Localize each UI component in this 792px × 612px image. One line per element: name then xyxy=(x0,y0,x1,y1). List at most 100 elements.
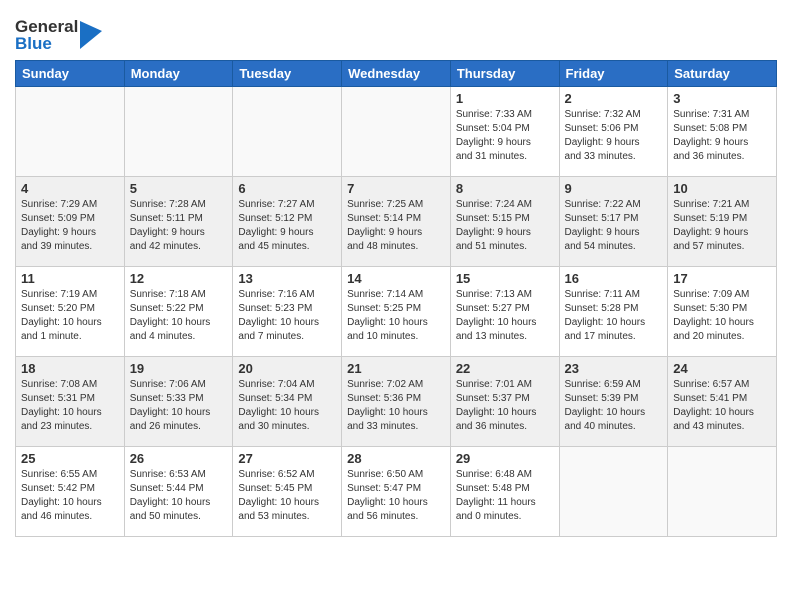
calendar-cell: 23 Sunrise: 6:59 AMSunset: 5:39 PMDayligh… xyxy=(559,357,668,447)
day-number: 6 xyxy=(238,181,336,196)
day-number: 28 xyxy=(347,451,445,466)
calendar-cell: 25Sunrise: 6:55 AMSunset: 5:42 PMDayligh… xyxy=(16,447,125,537)
header: General Blue xyxy=(15,10,777,52)
day-number: 22 xyxy=(456,361,554,376)
logo-blue: Blue xyxy=(15,35,78,52)
calendar-cell: 27 Sunrise: 6:52 AMSunset: 5:45 PMDayligh… xyxy=(233,447,342,537)
day-number: 14 xyxy=(347,271,445,286)
day-info: Sunrise: 7:14 AMSunset: 5:25 PMDaylight:… xyxy=(347,288,445,344)
calendar-cell: 3 Sunrise: 7:31 AMSunset: 5:08 PMDaylight… xyxy=(668,87,777,177)
day-info: Sunrise: 7:09 AMSunset: 5:30 PMDaylight:… xyxy=(673,288,771,344)
calendar-cell: 18 Sunrise: 7:08 AMSunset: 5:31 PMDayligh… xyxy=(16,357,125,447)
day-info: Sunrise: 7:22 AMSunset: 5:17 PMDaylight:… xyxy=(565,198,663,254)
calendar-week-row: 11 Sunrise: 7:19 AMSunset: 5:20 PMDayligh… xyxy=(16,267,777,357)
weekday-header-thursday: Thursday xyxy=(450,61,559,87)
weekday-header-saturday: Saturday xyxy=(668,61,777,87)
day-info: Sunrise: 6:53 AMSunset: 5:44 PMDaylight:… xyxy=(130,468,228,524)
day-info: Sunrise: 7:02 AMSunset: 5:36 PMDaylight:… xyxy=(347,378,445,434)
day-info: Sunrise: 6:50 AMSunset: 5:47 PMDaylight:… xyxy=(347,468,445,524)
calendar-week-row: 25Sunrise: 6:55 AMSunset: 5:42 PMDayligh… xyxy=(16,447,777,537)
day-number: 8 xyxy=(456,181,554,196)
calendar-cell: 24 Sunrise: 6:57 AMSunset: 5:41 PMDayligh… xyxy=(668,357,777,447)
day-number: 9 xyxy=(565,181,663,196)
calendar-cell: 9 Sunrise: 7:22 AMSunset: 5:17 PMDaylight… xyxy=(559,177,668,267)
day-number: 11 xyxy=(21,271,119,286)
day-number: 2 xyxy=(565,91,663,106)
calendar-cell: 8 Sunrise: 7:24 AMSunset: 5:15 PMDaylight… xyxy=(450,177,559,267)
day-number: 17 xyxy=(673,271,771,286)
calendar-cell: 5 Sunrise: 7:28 AMSunset: 5:11 PMDaylight… xyxy=(124,177,233,267)
logo-icon xyxy=(80,21,102,49)
day-number: 20 xyxy=(238,361,336,376)
calendar-cell: 21Sunrise: 7:02 AMSunset: 5:36 PMDayligh… xyxy=(342,357,451,447)
day-info: Sunrise: 7:06 AMSunset: 5:33 PMDaylight:… xyxy=(130,378,228,434)
day-info: Sunrise: 7:29 AMSunset: 5:09 PMDaylight:… xyxy=(21,198,119,254)
logo-general: General xyxy=(15,18,78,35)
day-info: Sunrise: 6:48 AMSunset: 5:48 PMDaylight:… xyxy=(456,468,554,524)
calendar-table: SundayMondayTuesdayWednesdayThursdayFrid… xyxy=(15,60,777,537)
day-number: 3 xyxy=(673,91,771,106)
calendar-cell xyxy=(342,87,451,177)
day-number: 1 xyxy=(456,91,554,106)
day-number: 13 xyxy=(238,271,336,286)
calendar-cell: 29 Sunrise: 6:48 AMSunset: 5:48 PMDayligh… xyxy=(450,447,559,537)
day-info: Sunrise: 7:27 AMSunset: 5:12 PMDaylight:… xyxy=(238,198,336,254)
calendar-cell: 19 Sunrise: 7:06 AMSunset: 5:33 PMDayligh… xyxy=(124,357,233,447)
day-number: 27 xyxy=(238,451,336,466)
weekday-header-wednesday: Wednesday xyxy=(342,61,451,87)
day-info: Sunrise: 7:11 AMSunset: 5:28 PMDaylight:… xyxy=(565,288,663,344)
day-info: Sunrise: 6:52 AMSunset: 5:45 PMDaylight:… xyxy=(238,468,336,524)
day-info: Sunrise: 7:04 AMSunset: 5:34 PMDaylight:… xyxy=(238,378,336,434)
day-number: 23 xyxy=(565,361,663,376)
day-info: Sunrise: 7:24 AMSunset: 5:15 PMDaylight:… xyxy=(456,198,554,254)
day-info: Sunrise: 7:31 AMSunset: 5:08 PMDaylight:… xyxy=(673,108,771,164)
day-info: Sunrise: 7:08 AMSunset: 5:31 PMDaylight:… xyxy=(21,378,119,434)
day-number: 25 xyxy=(21,451,119,466)
day-number: 24 xyxy=(673,361,771,376)
calendar-cell: 1 Sunrise: 7:33 AMSunset: 5:04 PMDaylight… xyxy=(450,87,559,177)
weekday-header-friday: Friday xyxy=(559,61,668,87)
day-info: Sunrise: 7:13 AMSunset: 5:27 PMDaylight:… xyxy=(456,288,554,344)
day-number: 7 xyxy=(347,181,445,196)
calendar-cell xyxy=(124,87,233,177)
calendar-cell: 22 Sunrise: 7:01 AMSunset: 5:37 PMDayligh… xyxy=(450,357,559,447)
day-number: 4 xyxy=(21,181,119,196)
day-info: Sunrise: 6:59 AMSunset: 5:39 PMDaylight:… xyxy=(565,378,663,434)
calendar-cell: 17 Sunrise: 7:09 AMSunset: 5:30 PMDayligh… xyxy=(668,267,777,357)
weekday-header-monday: Monday xyxy=(124,61,233,87)
day-info: Sunrise: 7:19 AMSunset: 5:20 PMDaylight:… xyxy=(21,288,119,344)
calendar-cell: 14 Sunrise: 7:14 AMSunset: 5:25 PMDayligh… xyxy=(342,267,451,357)
calendar-cell: 28 Sunrise: 6:50 AMSunset: 5:47 PMDayligh… xyxy=(342,447,451,537)
calendar-cell xyxy=(668,447,777,537)
calendar-cell: 11 Sunrise: 7:19 AMSunset: 5:20 PMDayligh… xyxy=(16,267,125,357)
calendar-cell: 2Sunrise: 7:32 AMSunset: 5:06 PMDaylight… xyxy=(559,87,668,177)
day-number: 12 xyxy=(130,271,228,286)
calendar-cell: 20 Sunrise: 7:04 AMSunset: 5:34 PMDayligh… xyxy=(233,357,342,447)
day-number: 29 xyxy=(456,451,554,466)
day-info: Sunrise: 6:57 AMSunset: 5:41 PMDaylight:… xyxy=(673,378,771,434)
day-number: 26 xyxy=(130,451,228,466)
weekday-header-sunday: Sunday xyxy=(16,61,125,87)
calendar-cell: 10Sunrise: 7:21 AMSunset: 5:19 PMDayligh… xyxy=(668,177,777,267)
calendar-cell xyxy=(559,447,668,537)
day-number: 19 xyxy=(130,361,228,376)
calendar-cell xyxy=(16,87,125,177)
calendar-cell: 12 Sunrise: 7:18 AMSunset: 5:22 PMDayligh… xyxy=(124,267,233,357)
calendar-cell: 13Sunrise: 7:16 AMSunset: 5:23 PMDayligh… xyxy=(233,267,342,357)
day-number: 15 xyxy=(456,271,554,286)
day-info: Sunrise: 7:28 AMSunset: 5:11 PMDaylight:… xyxy=(130,198,228,254)
logo: General Blue xyxy=(15,18,102,52)
calendar-cell: 6 Sunrise: 7:27 AMSunset: 5:12 PMDaylight… xyxy=(233,177,342,267)
day-info: Sunrise: 7:18 AMSunset: 5:22 PMDaylight:… xyxy=(130,288,228,344)
calendar-cell: 26 Sunrise: 6:53 AMSunset: 5:44 PMDayligh… xyxy=(124,447,233,537)
calendar-cell xyxy=(233,87,342,177)
calendar-cell: 4 Sunrise: 7:29 AMSunset: 5:09 PMDaylight… xyxy=(16,177,125,267)
calendar-week-row: 18 Sunrise: 7:08 AMSunset: 5:31 PMDayligh… xyxy=(16,357,777,447)
day-info: Sunrise: 7:33 AMSunset: 5:04 PMDaylight:… xyxy=(456,108,554,164)
day-info: Sunrise: 7:25 AMSunset: 5:14 PMDaylight:… xyxy=(347,198,445,254)
day-info: Sunrise: 7:01 AMSunset: 5:37 PMDaylight:… xyxy=(456,378,554,434)
day-number: 10 xyxy=(673,181,771,196)
day-number: 18 xyxy=(21,361,119,376)
day-number: 5 xyxy=(130,181,228,196)
calendar-cell: 16Sunrise: 7:11 AMSunset: 5:28 PMDayligh… xyxy=(559,267,668,357)
